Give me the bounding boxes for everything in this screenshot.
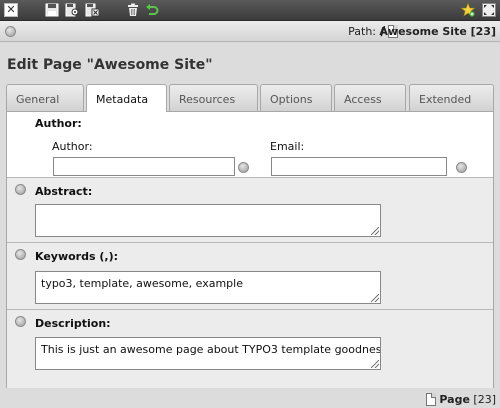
keywords-help-icon[interactable] (15, 249, 26, 260)
author-input[interactable] (53, 157, 235, 176)
tab-metadata[interactable]: Metadata (86, 84, 167, 112)
author-help-icon[interactable] (238, 162, 249, 173)
save-icon[interactable] (45, 3, 59, 17)
keywords-heading: Keywords (,): (35, 250, 118, 263)
tab-general[interactable]: General (6, 84, 84, 111)
page-title: Edit Page "Awesome Site" (7, 57, 213, 73)
author-heading: Author: (35, 117, 82, 130)
description-textarea[interactable]: This is just an awesome page about TYPO3… (35, 337, 381, 370)
delete-icon[interactable] (126, 3, 140, 17)
footer-record-label: Page [23] (439, 393, 496, 406)
abstract-heading: Abstract: (35, 185, 93, 198)
footer-bar: Page [23] (0, 392, 500, 408)
edit-page-content: Edit Page "Awesome Site" General Metadat… (0, 43, 500, 392)
email-field-label: Email: (270, 140, 305, 153)
path-bar: Path: / Awesome Site [23] (0, 21, 500, 42)
help-icon[interactable] (5, 26, 16, 37)
tab-access[interactable]: Access (334, 84, 406, 111)
description-section: Description: This is just an awesome pag… (7, 310, 493, 388)
save-and-close-icon[interactable] (85, 3, 99, 17)
keywords-textarea[interactable]: typo3, template, awesome, example (35, 271, 381, 304)
path-label: Path: (348, 25, 376, 38)
save-and-view-icon[interactable] (65, 3, 79, 17)
fullscreen-icon[interactable] (482, 3, 496, 17)
tab-extended[interactable]: Extended (409, 84, 494, 111)
footer-id: [23] (473, 393, 496, 406)
metadata-panel: Author: Author: Email: Abstract: Keyword… (6, 111, 494, 388)
email-help-icon[interactable] (456, 162, 467, 173)
undo-icon[interactable] (145, 3, 159, 17)
abstract-help-icon[interactable] (15, 184, 26, 195)
path-page-link[interactable]: Awesome Site [23] (379, 25, 496, 38)
footer-type: Page (439, 393, 470, 406)
description-heading: Description: (35, 317, 111, 330)
close-icon[interactable]: ✕ (4, 3, 18, 17)
bookmark-icon[interactable] (461, 3, 475, 17)
keywords-section: Keywords (,): typo3, template, awesome, … (7, 243, 493, 310)
abstract-textarea[interactable] (35, 204, 381, 237)
author-field-label: Author: (52, 140, 93, 153)
tab-options[interactable]: Options (260, 84, 332, 111)
abstract-section: Abstract: (7, 178, 493, 243)
page-icon (426, 393, 436, 406)
author-section: Author: Author: Email: (7, 112, 493, 178)
top-toolbar: ✕ (0, 0, 500, 21)
tab-resources[interactable]: Resources (169, 84, 258, 111)
description-help-icon[interactable] (15, 316, 26, 327)
email-input[interactable] (271, 157, 447, 176)
